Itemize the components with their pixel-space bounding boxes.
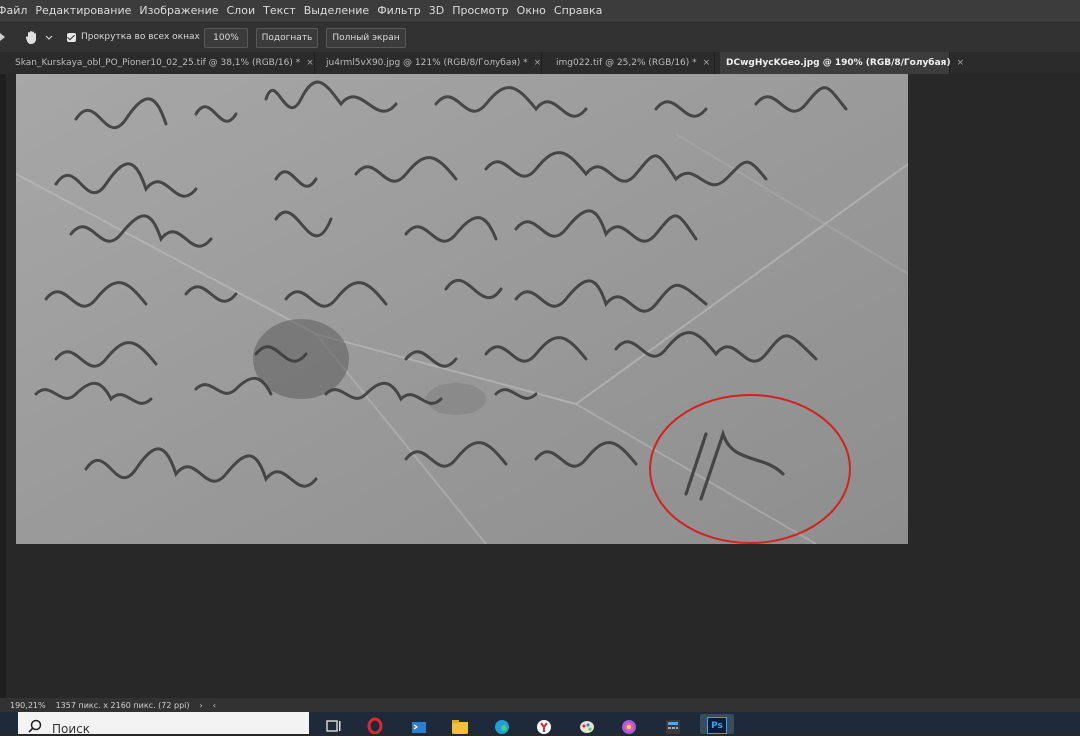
close-icon[interactable]: × [703,58,711,68]
move-arrow-icon[interactable] [0,29,14,45]
close-icon[interactable]: × [306,58,314,68]
tab-label: Skan_Kurskaya_obl_PO_Pioner10_02_25.tif … [15,58,301,68]
menu-bar: Файл Редактирование Изображение Слои Тек… [0,0,1080,22]
tab-label: ju4rml5vX90.jpg @ 121% (RGB/8/Голубая) * [326,58,528,68]
tab-img022[interactable]: img022.tif @ 25,2% (RGB/16) * × [550,52,715,74]
menu-help[interactable]: Справка [550,0,606,22]
tab-dcwghyckgeo[interactable]: DCwgHycKGeo.jpg @ 190% (RGB/8/Голубая) × [720,52,964,74]
opera-icon[interactable] [366,716,384,734]
close-icon[interactable]: × [957,58,965,68]
tab-ju4rml5vx90[interactable]: ju4rml5vX90.jpg @ 121% (RGB/8/Голубая) *… [320,52,542,74]
color-wheel-icon[interactable] [620,716,638,734]
terminal-icon[interactable] [410,716,428,734]
calculator-icon[interactable] [664,716,682,734]
menu-view[interactable]: Просмотр [448,0,512,22]
photoshop-icon: Ps [707,717,727,734]
toolbar-strip [0,74,6,698]
photoshop-taskbar-button[interactable]: Ps [700,714,734,734]
status-arrow-right[interactable]: › [200,701,203,710]
menu-filter[interactable]: Фильтр [373,0,425,22]
taskbar-search[interactable]: Поиск [18,712,309,736]
status-bar: 190,21% 1357 пикс. x 2160 пикс. (72 ppi)… [0,698,1080,712]
menu-file[interactable]: Файл [0,0,31,22]
menu-edit[interactable]: Редактирование [31,0,135,22]
chevron-down-icon[interactable] [45,35,53,40]
letter-image[interactable] [16,74,908,544]
tab-label: DCwgHycKGeo.jpg @ 190% (RGB/8/Голубая) [726,58,951,68]
menu-image[interactable]: Изображение [135,0,222,22]
menu-select[interactable]: Выделение [300,0,374,22]
file-explorer-icon[interactable] [451,716,469,734]
options-bar: Прокрутка во всех окнах 100% Подогнать П… [0,22,1080,52]
menu-3d[interactable]: 3D [425,0,448,22]
document-info: 1357 пикс. x 2160 пикс. (72 ppi) [55,700,190,710]
full-screen-button[interactable]: Полный экран [326,28,406,48]
menu-text[interactable]: Текст [259,0,300,22]
scroll-all-label: Прокрутка во всех окнах [81,32,200,42]
close-icon[interactable]: × [534,58,542,68]
fit-screen-button[interactable]: Подогнать [256,28,318,48]
status-arrow-left[interactable]: ‹ [213,701,216,710]
tab-skan-kurskaya[interactable]: Skan_Kurskaya_obl_PO_Pioner10_02_25.tif … [9,52,315,74]
document-tabs: Skan_Kurskaya_obl_PO_Pioner10_02_25.tif … [0,52,1080,74]
menu-layers[interactable]: Слои [223,0,260,22]
letter-scan [16,74,908,544]
search-icon [28,719,42,733]
hand-tool-icon[interactable] [24,29,40,45]
scroll-all-checkbox[interactable] [67,33,76,42]
task-view-icon[interactable] [324,716,342,734]
menu-window[interactable]: Окно [513,0,550,22]
edge-icon[interactable] [493,716,511,734]
zoom-level[interactable]: 190,21% [10,701,46,710]
tab-label: img022.tif @ 25,2% (RGB/16) * [556,58,697,68]
zoom-100-button[interactable]: 100% [204,28,248,48]
yandex-browser-icon[interactable] [535,716,553,734]
paint-icon[interactable] [578,716,596,734]
